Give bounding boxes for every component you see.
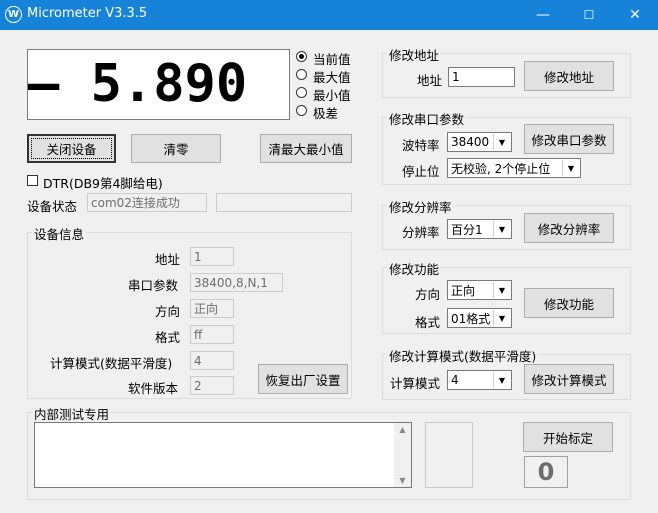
dtr-label: DTR(DB9第4脚给电) <box>43 176 163 191</box>
radio-current-value[interactable] <box>296 51 307 62</box>
test-panel-box <box>425 422 473 488</box>
resolution-label: 分辨率 <box>402 225 440 240</box>
app-icon: W <box>5 6 22 23</box>
window-title: Micrometer V3.3.5 <box>27 6 148 21</box>
chevron-down-icon[interactable]: ▼ <box>493 310 510 326</box>
modify-resolution-button[interactable]: 修改分辨率 <box>524 213 614 243</box>
modify-address-button[interactable]: 修改地址 <box>524 61 614 91</box>
calc-label: 计算模式 <box>390 376 441 391</box>
modify-calc-button[interactable]: 修改计算模式 <box>524 364 614 394</box>
device-info-title: 设备信息 <box>32 224 87 243</box>
info-calc-label: 计算模式(数据平滑度) <box>50 356 173 371</box>
radio-label-range: 极差 <box>313 106 339 121</box>
address-title: 修改地址 <box>387 45 442 64</box>
function-title: 修改功能 <box>387 259 442 278</box>
radio-min-value[interactable] <box>296 87 307 98</box>
stop-label: 停止位 <box>402 164 440 179</box>
test-textarea[interactable]: ▲ ▼ <box>34 422 412 488</box>
modify-function-button[interactable]: 修改功能 <box>524 288 614 318</box>
status-field: com02连接成功 <box>87 193 207 212</box>
chevron-down-icon[interactable]: ▼ <box>493 134 510 150</box>
serial-title: 修改串口参数 <box>387 109 467 128</box>
info-version-value: 2 <box>190 376 234 395</box>
info-calc-value: 4 <box>190 351 234 370</box>
info-format-label: 格式 <box>155 330 181 345</box>
info-version-label: 软件版本 <box>128 381 179 396</box>
calibration-count: 0 <box>524 456 568 488</box>
reading-value: – 5.890 <box>28 54 248 114</box>
test-title: 内部测试专用 <box>32 404 112 423</box>
zero-button[interactable]: 清零 <box>131 134 221 163</box>
status-label: 设备状态 <box>27 199 78 214</box>
info-direction-label: 方向 <box>155 304 181 319</box>
chevron-down-icon[interactable]: ▼ <box>493 221 510 237</box>
calc-title: 修改计算模式(数据平滑度) <box>387 346 539 365</box>
clear-max-min-button[interactable]: 清最大最小值 <box>260 134 352 163</box>
scroll-up-icon[interactable]: ▲ <box>394 425 411 434</box>
format-select[interactable]: 01格式 ▼ <box>447 308 512 328</box>
info-serial-label: 串口参数 <box>128 278 179 293</box>
format-label: 格式 <box>415 315 441 330</box>
info-serial-value: 38400,8,N,1 <box>190 273 283 292</box>
format-value: 01格式 <box>451 311 491 326</box>
stop-value: 无校验, 2个停止位 <box>451 161 551 176</box>
radio-max-value[interactable] <box>296 69 307 80</box>
resolution-title: 修改分辨率 <box>387 197 454 216</box>
info-direction-value: 正向 <box>190 299 234 318</box>
dtr-checkbox[interactable] <box>27 175 38 186</box>
address-input[interactable]: 1 <box>448 67 515 87</box>
baud-value: 38400 <box>451 135 490 149</box>
radio-label-current: 当前值 <box>313 52 351 67</box>
radio-label-max: 最大值 <box>313 70 351 85</box>
chevron-down-icon[interactable]: ▼ <box>562 160 579 176</box>
radio-range[interactable] <box>296 105 307 116</box>
close-button[interactable]: ✕ <box>612 0 658 30</box>
info-address-value: 1 <box>190 247 234 266</box>
calc-select[interactable]: 4 ▼ <box>447 370 512 390</box>
resolution-value: 百分1 <box>451 222 483 237</box>
direction-label: 方向 <box>415 287 441 302</box>
calc-value: 4 <box>451 373 459 387</box>
close-device-button[interactable]: 关闭设备 <box>27 134 116 163</box>
info-format-value: ff <box>190 325 234 344</box>
status-extra-field <box>216 193 352 212</box>
resolution-select[interactable]: 百分1 ▼ <box>447 219 512 239</box>
factory-reset-button[interactable]: 恢复出厂设置 <box>258 364 348 394</box>
scroll-down-icon[interactable]: ▼ <box>394 476 411 485</box>
chevron-down-icon[interactable]: ▼ <box>493 282 510 298</box>
maximize-button[interactable]: ☐ <box>566 0 612 30</box>
stop-select[interactable]: 无校验, 2个停止位 ▼ <box>447 158 581 178</box>
radio-label-min: 最小值 <box>313 88 351 103</box>
baud-select[interactable]: 38400 ▼ <box>447 132 512 152</box>
reading-display: – 5.890 <box>27 49 290 120</box>
modify-serial-button[interactable]: 修改串口参数 <box>524 124 614 154</box>
direction-select[interactable]: 正向 ▼ <box>447 280 512 300</box>
minimize-button[interactable]: — <box>520 0 566 30</box>
direction-value: 正向 <box>451 283 476 298</box>
chevron-down-icon[interactable]: ▼ <box>493 372 510 388</box>
start-calibration-button[interactable]: 开始标定 <box>523 422 613 452</box>
address-label: 地址 <box>417 73 443 88</box>
info-address-label: 地址 <box>155 252 181 267</box>
baud-label: 波特率 <box>402 138 440 153</box>
test-scrollbar[interactable]: ▲ ▼ <box>394 423 411 487</box>
